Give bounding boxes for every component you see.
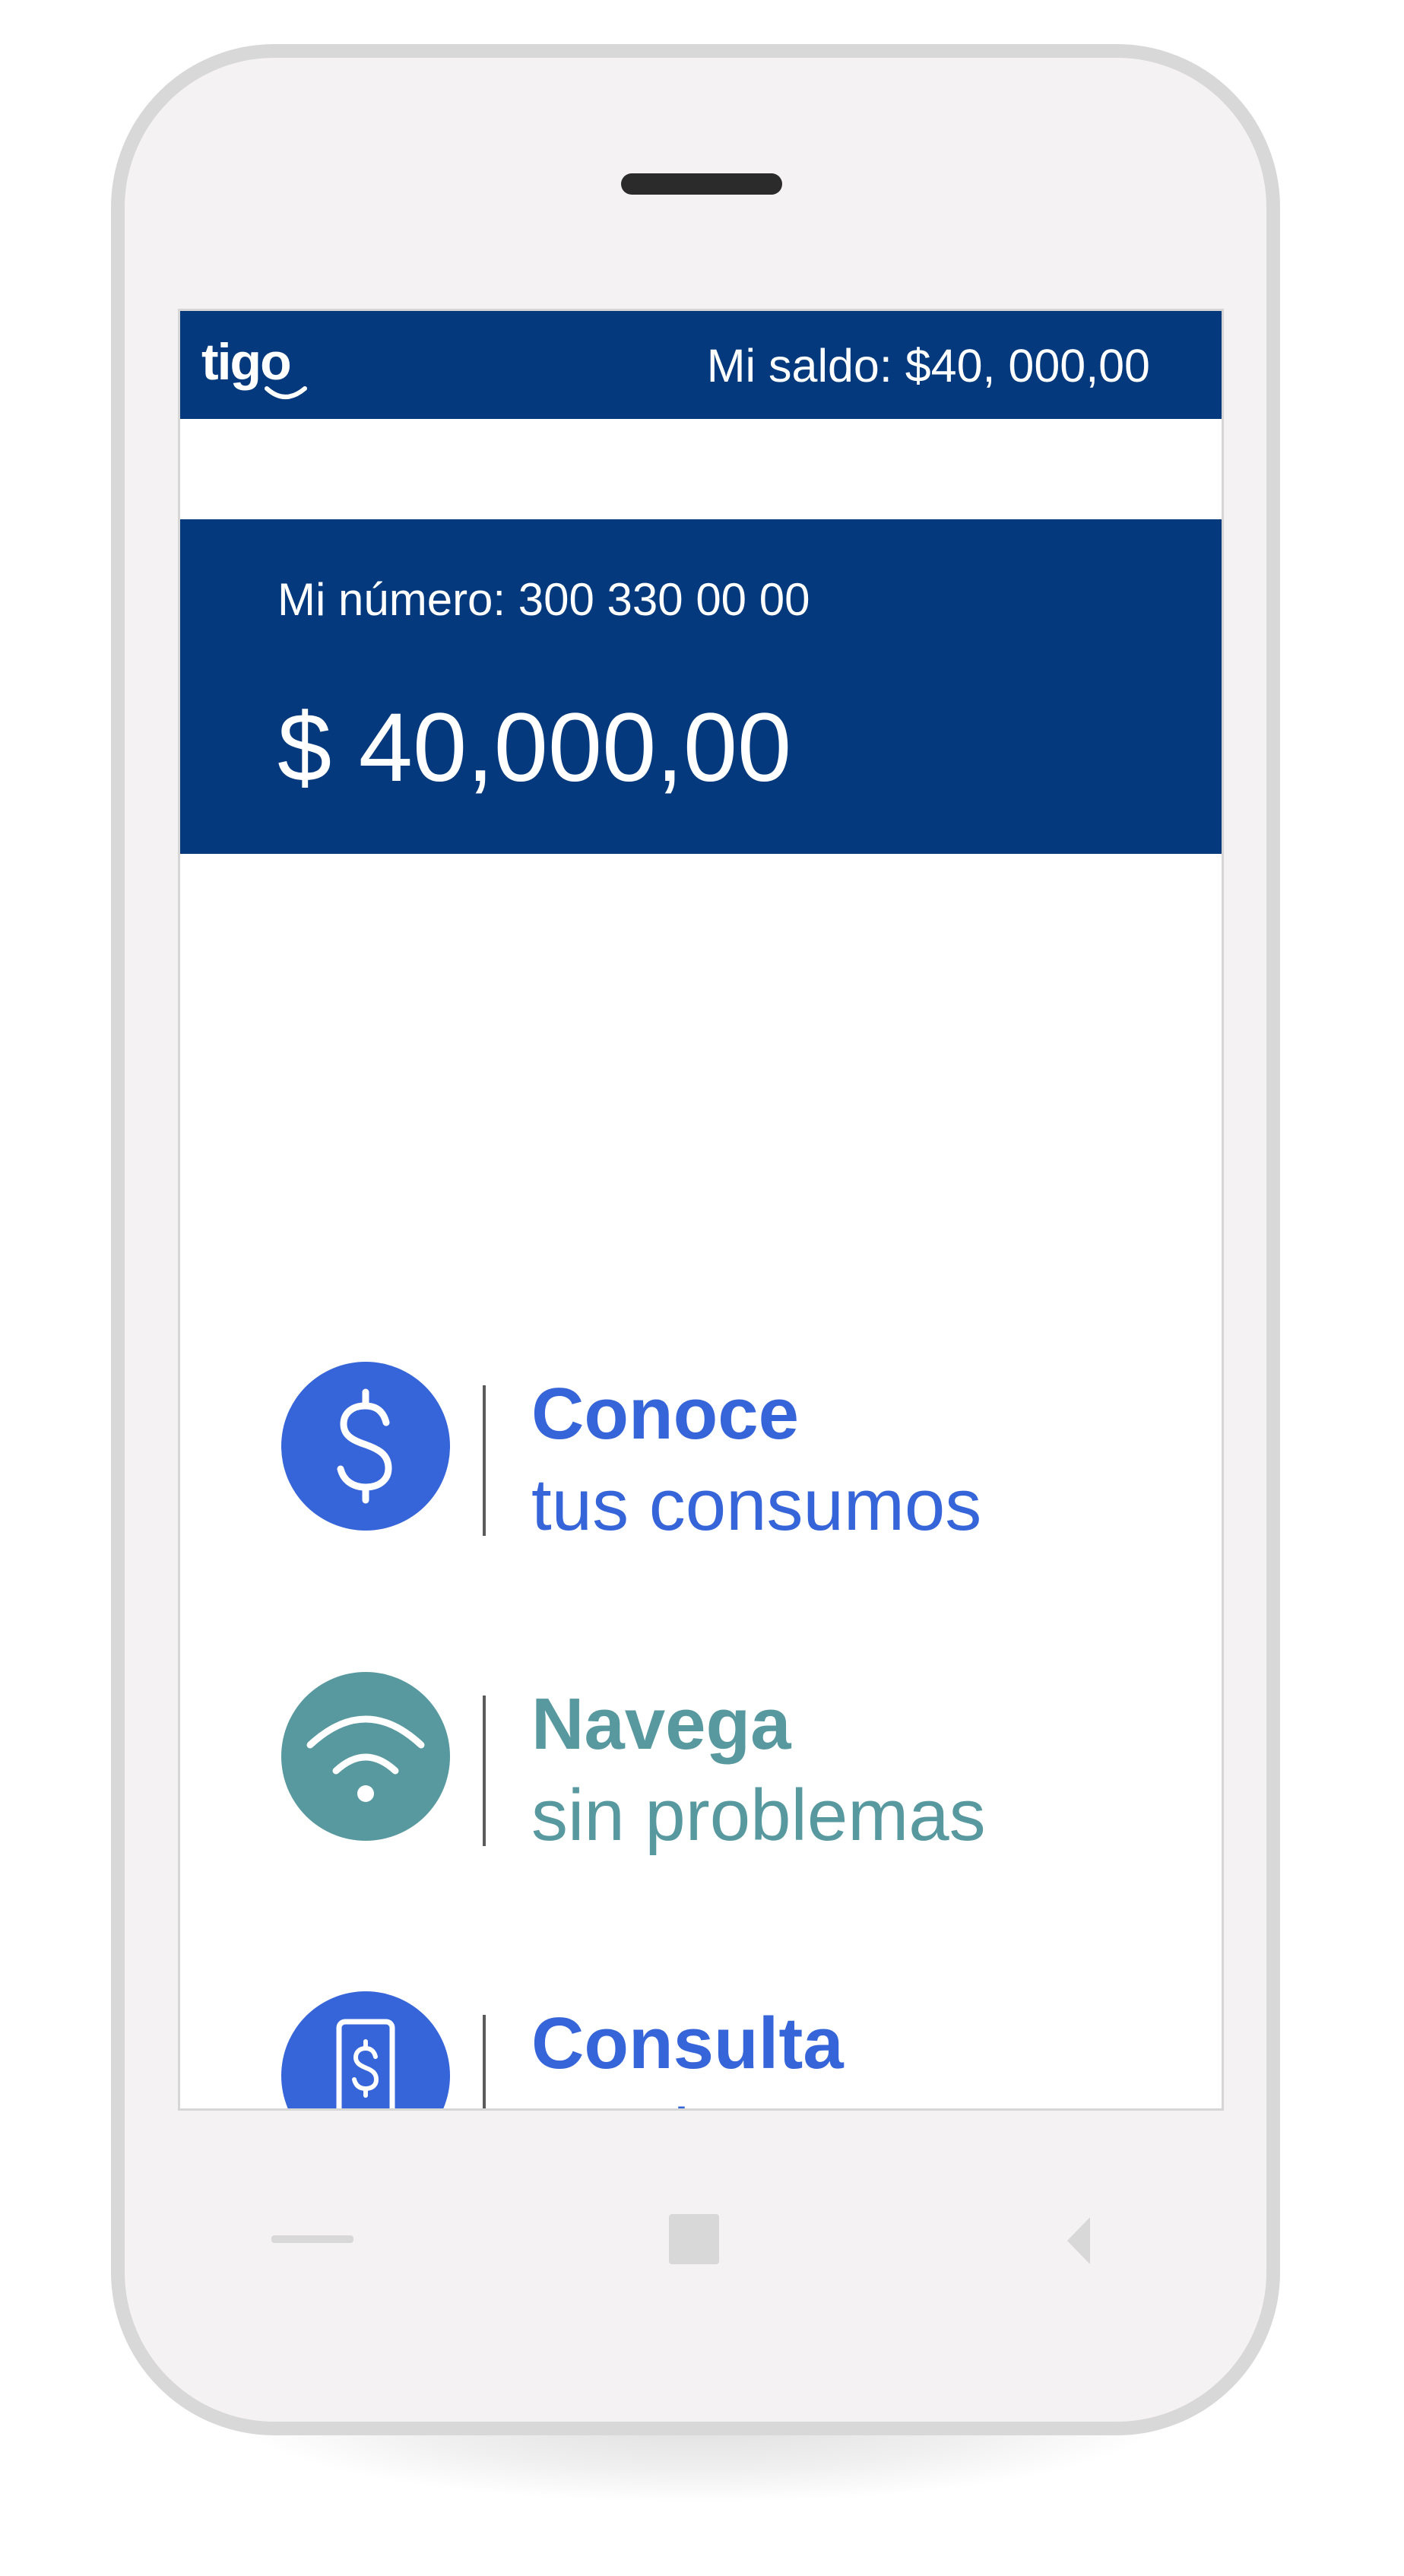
item-title: Navega <box>531 1683 791 1765</box>
menu-item-consumos[interactable]: Conoce tus consumos <box>180 1362 1222 1546</box>
menu-item-consulta[interactable]: Consulta tus datos <box>180 1991 1222 2108</box>
item-divider <box>483 2015 486 2108</box>
item-divider <box>483 1696 486 1846</box>
phone-number-label: Mi número: 300 330 00 00 <box>277 574 810 625</box>
item-divider <box>483 1385 486 1536</box>
balance-card: Mi número: 300 330 00 00 $ 40,000,00 <box>180 519 1222 854</box>
item-title: Consulta <box>531 2003 844 2084</box>
item-title: Conoce <box>531 1373 800 1455</box>
balance-amount: $ 40,000,00 <box>277 693 792 802</box>
logo-text: tigo <box>201 333 290 391</box>
top-bar: tigo Mi saldo: $40, 000,00 <box>180 311 1222 419</box>
home-icon[interactable] <box>669 2214 719 2264</box>
dollar-icon <box>281 1362 450 1531</box>
phone-speaker <box>621 173 782 195</box>
wifi-icon <box>281 1672 450 1841</box>
tigo-logo[interactable]: tigo <box>200 325 322 408</box>
back-icon[interactable] <box>1063 2213 1098 2269</box>
balance-label: Mi saldo: $40, 000,00 <box>706 340 1150 392</box>
item-subtitle: sin problemas <box>531 1775 986 1856</box>
phone-dollar-icon <box>281 1991 450 2108</box>
item-subtitle: tus datos <box>531 2093 828 2108</box>
app-screen: tigo Mi saldo: $40, 000,00 Mi número: 30… <box>178 309 1224 2111</box>
menu-item-navega[interactable]: Navega sin problemas <box>180 1672 1222 1856</box>
item-subtitle: tus consumos <box>531 1464 982 1546</box>
recents-icon[interactable] <box>271 2235 353 2243</box>
